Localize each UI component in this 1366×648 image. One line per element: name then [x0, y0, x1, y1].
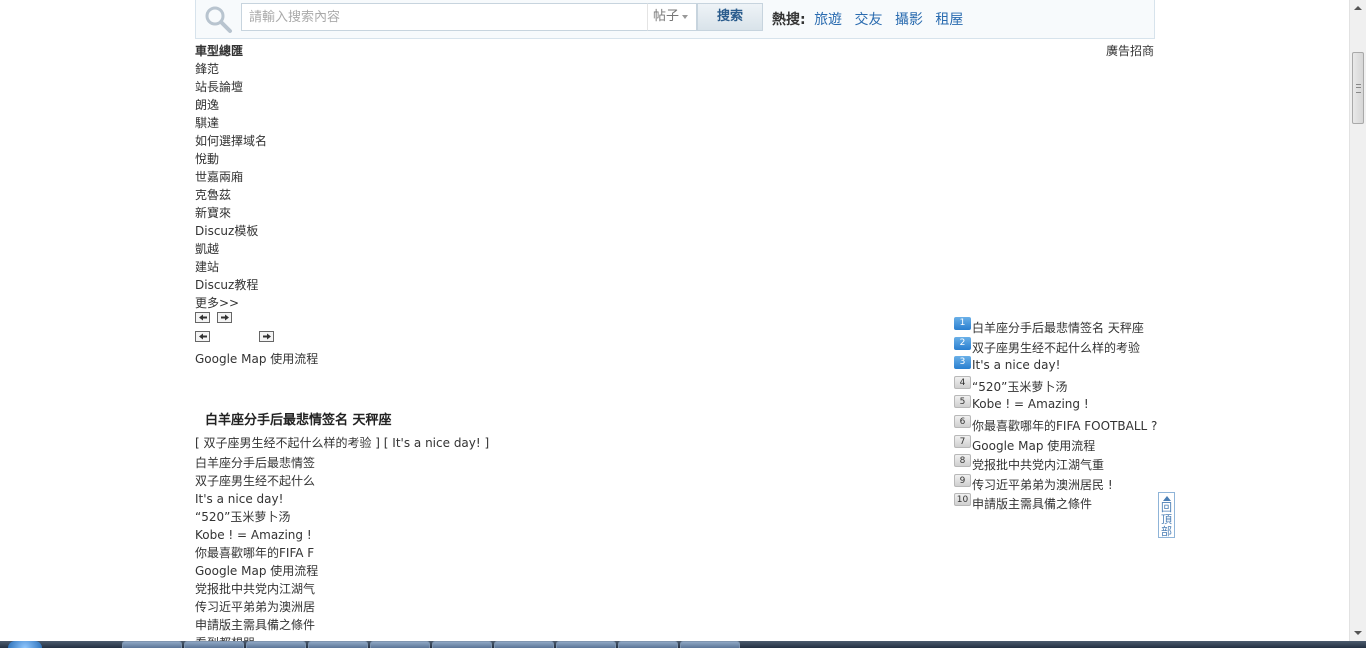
- start-orb-icon[interactable]: [8, 641, 42, 648]
- rank-text[interactable]: 你最喜歡哪年的FIFA FOOTBALL ?: [972, 417, 1157, 434]
- list-item[interactable]: 白羊座分手后最悲情签: [195, 454, 318, 472]
- prev-button[interactable]: [195, 312, 210, 323]
- list-item[interactable]: Discuz模板: [195, 222, 267, 240]
- rank-text[interactable]: 白羊座分手后最悲情签名 天秤座: [972, 319, 1144, 336]
- list-item[interactable]: 鋒范: [195, 60, 267, 78]
- scroll-down-icon[interactable]: [1350, 624, 1366, 641]
- more-link[interactable]: 更多>>: [195, 294, 267, 312]
- ad-link[interactable]: 廣告招商: [1106, 42, 1154, 59]
- list-item[interactable]: 如何選擇域名: [195, 132, 267, 150]
- list-item[interactable]: 你最喜歡哪年的FIFA F: [195, 544, 318, 562]
- taskbar-item[interactable]: [494, 641, 554, 648]
- rank-text[interactable]: “520”玉米萝卜汤: [972, 378, 1067, 395]
- grip-icon: [1356, 84, 1361, 93]
- gmap-link[interactable]: Google Map 使用流程: [195, 350, 318, 367]
- related-links[interactable]: [ 双子座男生经不起什么样的考验 ] [ It's a nice day! ]: [195, 434, 489, 451]
- list-item[interactable]: 申請版主需具備之條件: [195, 616, 318, 634]
- list-item[interactable]: 世嘉兩廂: [195, 168, 267, 186]
- search-input[interactable]: [241, 3, 647, 31]
- arrow-right-icon: [221, 314, 229, 321]
- hot-search: 熱搜: 旅遊 交友 攝影 租屋: [772, 9, 971, 29]
- rank-badge: 9: [954, 473, 971, 487]
- taskbar-item[interactable]: [308, 641, 368, 648]
- thread-list: 白羊座分手后最悲情签 双子座男生经不起什么 It's a nice day! “…: [195, 454, 318, 644]
- taskbar-item[interactable]: [556, 641, 616, 648]
- taskbar-item[interactable]: [432, 641, 492, 648]
- rank-badge: 8: [954, 454, 971, 468]
- list-item[interactable]: “520”玉米萝卜汤: [195, 508, 318, 526]
- search-icon[interactable]: [203, 4, 233, 34]
- taskbar-item[interactable]: [122, 641, 182, 648]
- list-item[interactable]: 凱越: [195, 240, 267, 258]
- list-item[interactable]: 双子座男生经不起什么: [195, 472, 318, 490]
- list-item[interactable]: 站長論壇: [195, 78, 267, 96]
- hot-link-photography[interactable]: 攝影: [895, 12, 923, 28]
- list-item[interactable]: 車型總匯: [195, 42, 267, 60]
- list-item[interactable]: 新寶來: [195, 204, 267, 222]
- search-type-label: 帖子: [653, 9, 680, 24]
- back-top-char: 部: [1161, 525, 1172, 538]
- taskbar-item[interactable]: [370, 641, 430, 648]
- hot-search-label: 熱搜:: [772, 12, 806, 28]
- list-item[interactable]: Discuz教程: [195, 276, 267, 294]
- list-item[interactable]: Google Map 使用流程: [195, 562, 318, 580]
- rank-badge: 3: [954, 356, 971, 370]
- taskbar-item[interactable]: [246, 641, 306, 648]
- hot-link-travel[interactable]: 旅遊: [814, 12, 842, 28]
- left-link-list: 車型總匯 鋒范 站長論壇 朗逸 騏達 如何選擇域名 悅動 世嘉兩廂 克魯茲 新寶…: [195, 42, 267, 312]
- search-type-select[interactable]: 帖子: [647, 3, 697, 31]
- scroll-prev-button[interactable]: [195, 331, 210, 342]
- taskbar: [0, 641, 1366, 648]
- list-item[interactable]: 朗逸: [195, 96, 267, 114]
- list-item[interactable]: Kobe ! = Amazing !: [195, 526, 318, 544]
- search-bar: 帖子 搜索 熱搜: 旅遊 交友 攝影 租屋: [195, 0, 1155, 39]
- arrow-left-icon: [199, 333, 207, 340]
- rank-badge: 5: [954, 395, 971, 409]
- next-button[interactable]: [217, 312, 232, 323]
- search-button[interactable]: 搜索: [697, 3, 763, 31]
- hot-link-rental[interactable]: 租屋: [935, 12, 963, 28]
- rank-text[interactable]: 双子座男生经不起什么样的考验: [972, 339, 1140, 356]
- rank-text[interactable]: It's a nice day!: [972, 358, 1060, 372]
- rank-text[interactable]: 党报批中共党内江湖气重: [972, 456, 1104, 473]
- rank-text[interactable]: Google Map 使用流程: [972, 437, 1095, 454]
- list-item[interactable]: 建站: [195, 258, 267, 276]
- list-item[interactable]: 悅動: [195, 150, 267, 168]
- list-item[interactable]: 传习近平弟弟为澳洲居: [195, 598, 318, 616]
- list-item[interactable]: 克魯茲: [195, 186, 267, 204]
- list-item[interactable]: 騏達: [195, 114, 267, 132]
- scroll-next-button[interactable]: [259, 331, 274, 342]
- taskbar-item[interactable]: [680, 641, 740, 648]
- rank-text[interactable]: 传习近平弟弟为澳洲居民 !: [972, 476, 1113, 493]
- scroll-up-icon[interactable]: [1350, 0, 1366, 17]
- rank-badge: 7: [954, 434, 971, 448]
- scroll-thumb[interactable]: [1352, 52, 1364, 124]
- vertical-scrollbar[interactable]: [1349, 0, 1366, 641]
- article-title[interactable]: 白羊座分手后最悲情签名 天秤座: [205, 409, 392, 428]
- chevron-down-icon: [682, 14, 689, 19]
- rank-badge: 1: [954, 317, 971, 330]
- arrow-left-icon: [199, 314, 207, 321]
- arrow-right-icon: [263, 333, 271, 340]
- rank-badge: 4: [954, 375, 971, 389]
- rank-text[interactable]: Kobe ! = Amazing !: [972, 397, 1089, 411]
- taskbar-item[interactable]: [618, 641, 678, 648]
- rank-badge: 10: [954, 493, 971, 507]
- back-to-top-button[interactable]: 回 頂 部: [1158, 492, 1175, 538]
- list-item[interactable]: It's a nice day!: [195, 490, 318, 508]
- rank-badge: 2: [954, 336, 971, 350]
- hot-link-dating[interactable]: 交友: [855, 12, 883, 28]
- rank-text[interactable]: 申請版主需具備之條件: [972, 495, 1092, 512]
- list-item[interactable]: 党报批中共党内江湖气: [195, 580, 318, 598]
- taskbar-item[interactable]: [184, 641, 244, 648]
- rank-badge: 6: [954, 414, 971, 428]
